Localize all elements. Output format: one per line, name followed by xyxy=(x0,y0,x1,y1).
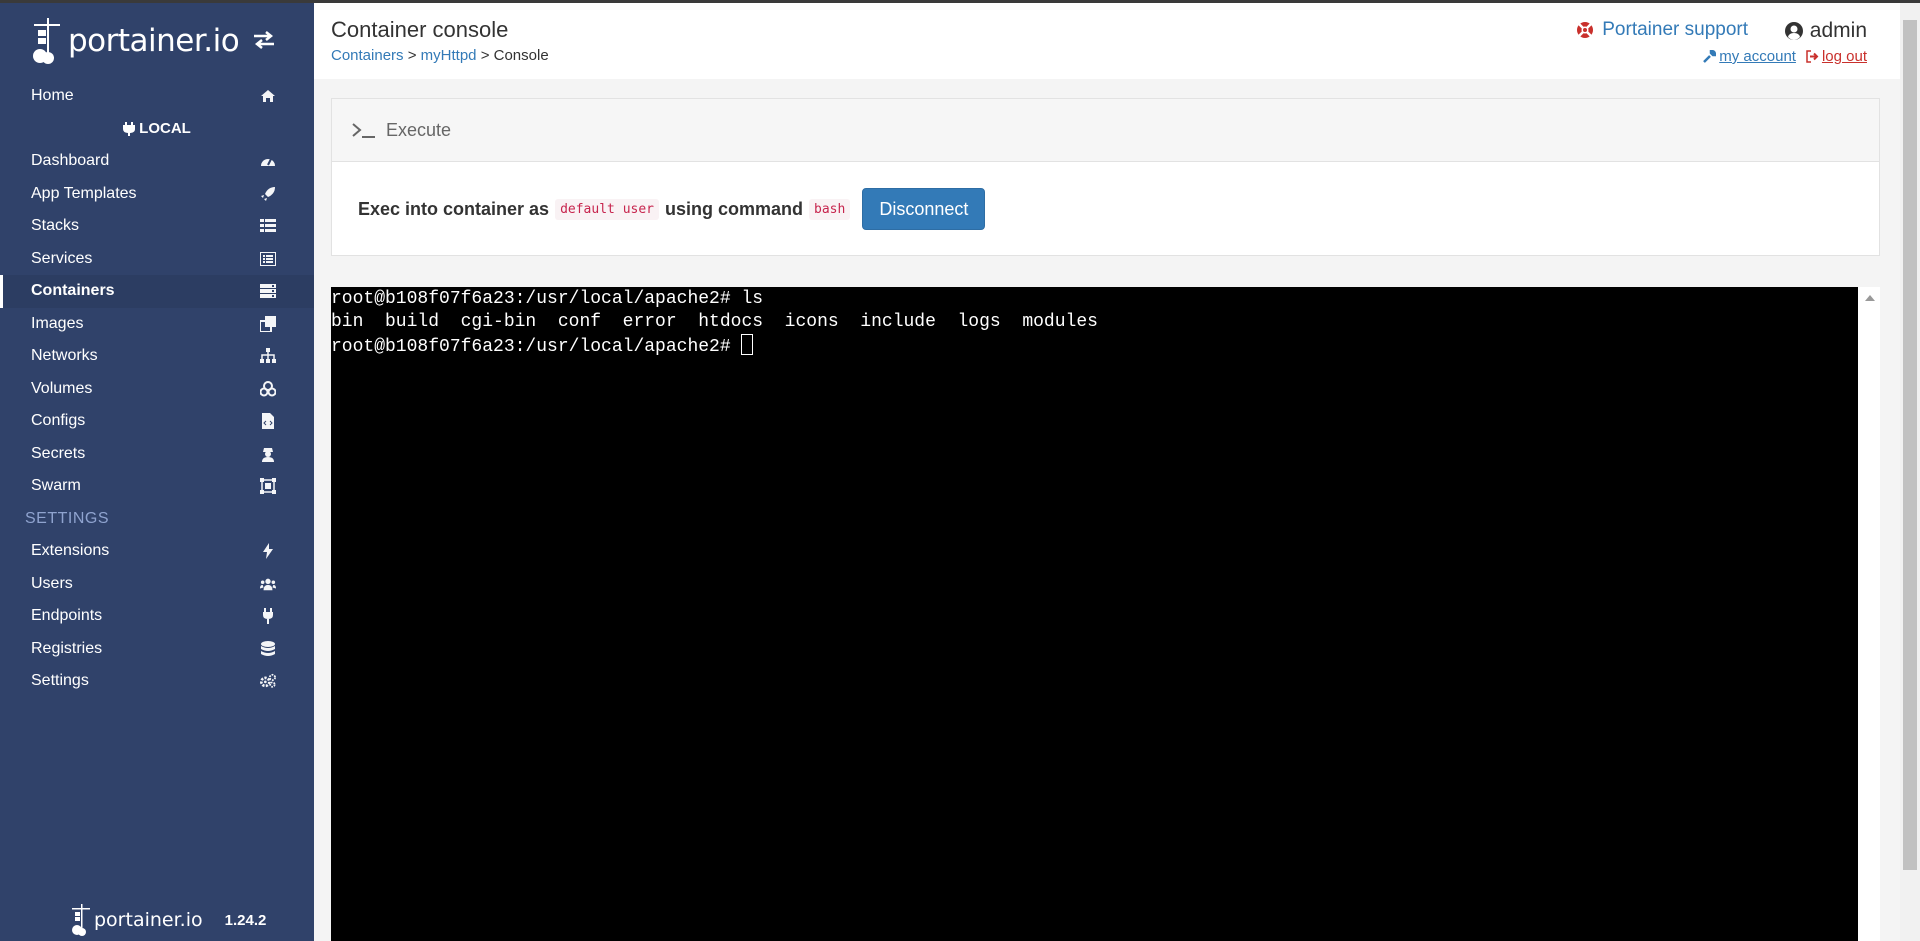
support-link[interactable]: Portainer support xyxy=(1576,19,1748,41)
sitemap-icon xyxy=(260,348,276,364)
execute-widget: Execute Exec into container as default u… xyxy=(331,98,1880,256)
breadcrumb-separator: > xyxy=(480,47,490,64)
environment-label: LOCAL xyxy=(0,113,314,146)
terminal-cursor xyxy=(741,334,754,355)
disconnect-button[interactable]: Disconnect xyxy=(862,188,986,230)
my-account-link[interactable]: my account xyxy=(1703,48,1796,65)
plug-icon xyxy=(123,121,136,136)
exec-text-mid: using command xyxy=(665,198,804,219)
sidebar-item-containers[interactable]: Containers xyxy=(0,275,314,308)
sidebar-item-volumes[interactable]: Volumes xyxy=(0,373,314,406)
breadcrumb-containers[interactable]: Containers xyxy=(331,47,404,64)
users-icon xyxy=(260,576,276,592)
breadcrumb-container-name[interactable]: myHttpd xyxy=(421,47,477,64)
sidebar: portainer.io Home LOCAL Dashboard App Te… xyxy=(0,3,314,941)
sidebar-item-services[interactable]: Services xyxy=(0,243,314,276)
plug-icon xyxy=(260,608,276,625)
terminal-line: root@b108f07f6a23:/usr/local/apache2# ls xyxy=(331,289,764,309)
logout-link[interactable]: log out xyxy=(1806,48,1867,65)
widget-body: Exec into container as default user usin… xyxy=(332,162,1879,256)
life-ring-icon xyxy=(1577,22,1594,38)
sidebar-item-dashboard[interactable]: Dashboard xyxy=(0,145,314,178)
sidebar-item-stacks[interactable]: Stacks xyxy=(0,210,314,243)
terminal-icon xyxy=(352,123,375,138)
bolt-icon xyxy=(260,543,276,560)
exchange-icon[interactable] xyxy=(252,31,276,54)
user-circle-icon xyxy=(1784,22,1803,40)
brand-logo[interactable]: portainer.io xyxy=(30,13,240,69)
widget-header: Execute xyxy=(332,99,1879,162)
sidebar-footer: portainer.io 1.24.2 xyxy=(70,903,266,937)
terminal[interactable]: root@b108f07f6a23:/usr/local/apache2# ls… xyxy=(331,287,1858,941)
widget-title: Execute xyxy=(386,119,452,140)
sidebar-item-swarm[interactable]: Swarm xyxy=(0,470,314,503)
list-alt-icon xyxy=(260,251,276,267)
sidebar-item-endpoints[interactable]: Endpoints xyxy=(0,600,314,633)
th-list-icon xyxy=(260,218,276,234)
breadcrumb-separator: > xyxy=(407,47,417,64)
breadcrumb: Containers > myHttpd > Console xyxy=(331,47,549,64)
page-scrollbar-thumb[interactable] xyxy=(1903,20,1917,870)
settings-section-title: SETTINGS xyxy=(25,509,110,527)
clone-icon xyxy=(260,315,276,332)
terminal-line: bin build cgi-bin conf error htdocs icon… xyxy=(331,312,1098,332)
sidebar-item-home[interactable]: Home xyxy=(0,80,314,113)
terminal-scrollbar[interactable] xyxy=(1858,287,1880,941)
database-icon xyxy=(260,640,276,657)
user-secret-icon xyxy=(260,446,276,462)
sidebar-item-configs[interactable]: Configs xyxy=(0,405,314,438)
version-label: 1.24.2 xyxy=(224,911,267,929)
sidebar-item-extensions[interactable]: Extensions xyxy=(0,535,314,568)
sign-out-icon xyxy=(1806,50,1819,63)
portainer-logo-icon xyxy=(33,18,60,64)
sidebar-item-secrets[interactable]: Secrets xyxy=(0,438,314,471)
account-links: my account log out xyxy=(1703,48,1867,65)
portainer-small-logo-icon xyxy=(72,904,90,936)
server-icon xyxy=(260,283,276,299)
username: admin xyxy=(1809,19,1867,42)
exec-user: default user xyxy=(555,198,659,220)
user-menu: admin xyxy=(1784,19,1867,43)
exec-command: bash xyxy=(809,198,851,220)
rocket-icon xyxy=(260,186,276,202)
object-group-icon xyxy=(260,478,276,495)
sidebar-item-users[interactable]: Users xyxy=(0,568,314,601)
wrench-icon xyxy=(1703,50,1717,63)
sidebar-item-networks[interactable]: Networks xyxy=(0,340,314,373)
sidebar-item-registries[interactable]: Registries xyxy=(0,633,314,666)
home-icon xyxy=(260,88,276,104)
sidebar-item-settings[interactable]: Settings xyxy=(0,665,314,698)
page-header: Container console Containers > myHttpd >… xyxy=(314,3,1900,79)
exec-text-prefix: Exec into container as xyxy=(358,198,550,219)
scroll-up-arrow-icon[interactable] xyxy=(1865,295,1875,301)
cubes-icon xyxy=(260,380,276,397)
sidebar-item-images[interactable]: Images xyxy=(0,308,314,341)
cogs-icon xyxy=(260,673,276,689)
sidebar-item-app-templates[interactable]: App Templates xyxy=(0,178,314,211)
sidebar-nav: Home LOCAL Dashboard App Templates Stack… xyxy=(0,80,314,698)
file-code-icon xyxy=(260,413,276,430)
page-title: Container console xyxy=(331,17,509,42)
dashboard-icon xyxy=(260,153,276,169)
footer-brand: portainer.io xyxy=(94,909,203,931)
breadcrumb-current: Console xyxy=(493,47,549,64)
terminal-line: root@b108f07f6a23:/usr/local/apache2# xyxy=(331,334,1858,359)
brand-text: portainer.io xyxy=(68,23,240,59)
